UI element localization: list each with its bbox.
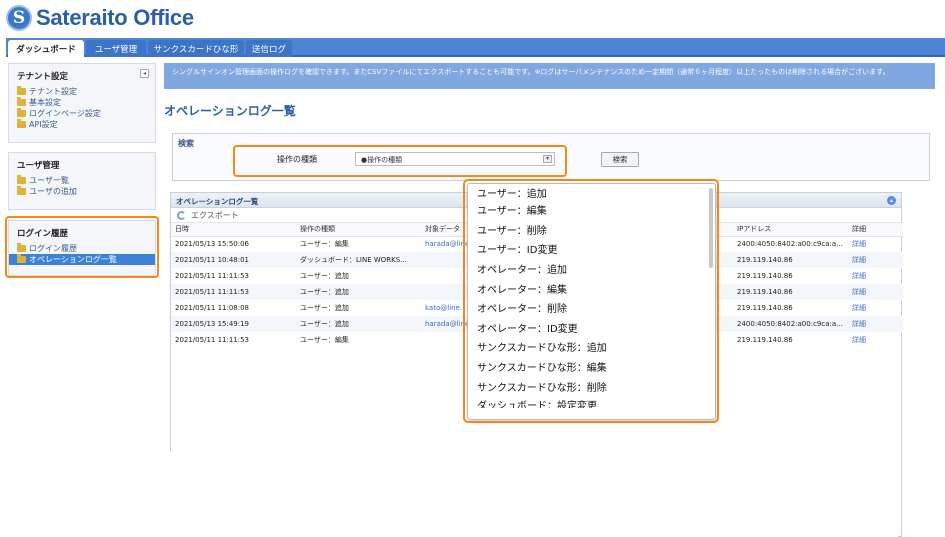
folder-icon bbox=[17, 97, 26, 106]
column-header-datetime[interactable]: 日時 bbox=[171, 223, 296, 237]
cell-datetime: 2021/05/11 11:11:53 bbox=[175, 336, 250, 344]
sidebar-item-login-page-settings[interactable]: ログインページ設定 bbox=[9, 108, 155, 119]
cell-ip: 219.119.140.86 bbox=[733, 284, 848, 300]
blank-overlay bbox=[18, 452, 898, 537]
export-icon bbox=[177, 210, 186, 220]
detail-link[interactable]: 詳細 bbox=[848, 300, 903, 316]
logo-icon: S bbox=[6, 5, 32, 31]
search-button[interactable]: 検索 bbox=[601, 152, 639, 167]
sidebar-user-panel: ユーザ管理 ユーザ一覧 ユーザの追加 bbox=[8, 152, 156, 210]
cell-datetime: 2021/05/11 10:48:01 bbox=[171, 252, 296, 268]
cell-operation: ユーザー：追加 bbox=[300, 272, 349, 280]
detail-link[interactable]: 詳細 bbox=[848, 252, 903, 268]
column-header-operation[interactable]: 操作の種類 bbox=[296, 223, 421, 237]
notice-banner: シングルサインオン管理画面の操作ログを確認できます。またCSVファイルにてエクス… bbox=[164, 63, 935, 89]
cell-operation: ダッシュボード：LINE WORKS... bbox=[296, 252, 421, 268]
tab-user-management[interactable]: ユーザ管理 bbox=[86, 40, 146, 57]
collapse-panel-icon[interactable]: ▴ bbox=[887, 196, 896, 205]
folder-icon bbox=[17, 108, 26, 117]
export-button[interactable]: エクスポート bbox=[191, 210, 239, 221]
folder-icon bbox=[17, 86, 26, 95]
tab-send-log[interactable]: 送信ログ bbox=[246, 40, 292, 57]
sidebar-user-title: ユーザ管理 bbox=[17, 161, 60, 171]
app-logo: S Sateraito Office bbox=[6, 4, 194, 32]
folder-icon bbox=[17, 186, 26, 195]
cell-datetime: 2021/05/11 11:11:53 bbox=[171, 284, 296, 300]
detail-link[interactable]: 詳細 bbox=[848, 332, 903, 348]
cell-datetime: 2021/05/13 15:49:19 bbox=[171, 316, 296, 332]
cell-operation: ユーザー：追加 bbox=[296, 316, 421, 332]
cell-ip: 219.119.140.86 bbox=[733, 252, 848, 268]
collapse-sidebar-button[interactable]: ◂ bbox=[140, 69, 149, 78]
cell-ip: 219.119.140.86 bbox=[737, 336, 793, 344]
logo-text: Sateraito Office bbox=[36, 5, 194, 30]
sidebar-tenant-panel: テナント設定 ◂ テナント設定 基本設定 ログインページ設定 API設定 bbox=[8, 63, 156, 143]
folder-icon bbox=[17, 119, 26, 128]
column-header-ip[interactable]: IPアドレス bbox=[733, 223, 848, 237]
cell-datetime: 2021/05/13 15:50:06 bbox=[175, 240, 250, 249]
cell-ip: 219.119.140.86 bbox=[737, 304, 793, 312]
cell-ip: 2400:4050:8402:a00:c9ca:a... bbox=[737, 240, 843, 249]
page-title: オペレーションログ一覧 bbox=[164, 104, 296, 118]
cell-ip: 219.119.140.86 bbox=[737, 272, 793, 280]
tab-dashboard[interactable]: ダッシュボード bbox=[8, 40, 84, 57]
sidebar-item-tenant-settings[interactable]: テナント設定 bbox=[9, 86, 155, 97]
sidebar-item-api-settings[interactable]: API設定 bbox=[9, 119, 155, 130]
select-highlight-box bbox=[233, 145, 567, 177]
sidebar-tenant-title: テナント設定 ◂ bbox=[9, 64, 155, 86]
sidebar-item-basic-settings[interactable]: 基本設定 bbox=[9, 97, 155, 108]
folder-icon bbox=[17, 175, 26, 184]
detail-link[interactable]: 詳細 bbox=[848, 316, 903, 332]
cell-operation: ユーザー：編集 bbox=[300, 240, 349, 249]
cell-datetime: 2021/05/11 11:11:53 bbox=[175, 272, 250, 280]
tab-thanks-card-template[interactable]: サンクスカードひな形 bbox=[148, 40, 244, 57]
cell-operation: ユーザー：編集 bbox=[300, 336, 349, 344]
cell-ip: 2400:4050:8402:a00:c9ca:a... bbox=[733, 316, 848, 332]
sidebar-highlight-box bbox=[5, 216, 159, 278]
sidebar-item-user-list[interactable]: ユーザ一覧 bbox=[9, 175, 155, 186]
cell-operation: ユーザー：追加 bbox=[296, 284, 421, 300]
sidebar-item-add-user[interactable]: ユーザの追加 bbox=[9, 186, 155, 197]
dropdown-highlight-box bbox=[463, 179, 719, 423]
detail-link[interactable]: 詳細 bbox=[848, 284, 903, 300]
cell-operation: ユーザー：追加 bbox=[300, 304, 349, 312]
column-header-detail: 詳細 bbox=[848, 223, 903, 237]
search-title: 検索 bbox=[178, 139, 194, 148]
cell-datetime: 2021/05/11 11:08:08 bbox=[175, 304, 250, 312]
detail-link[interactable]: 詳細 bbox=[848, 268, 903, 284]
detail-link[interactable]: 詳細 bbox=[848, 236, 903, 252]
main-tab-bar: ダッシュボード ユーザ管理 サンクスカードひな形 送信ログ bbox=[6, 38, 945, 57]
